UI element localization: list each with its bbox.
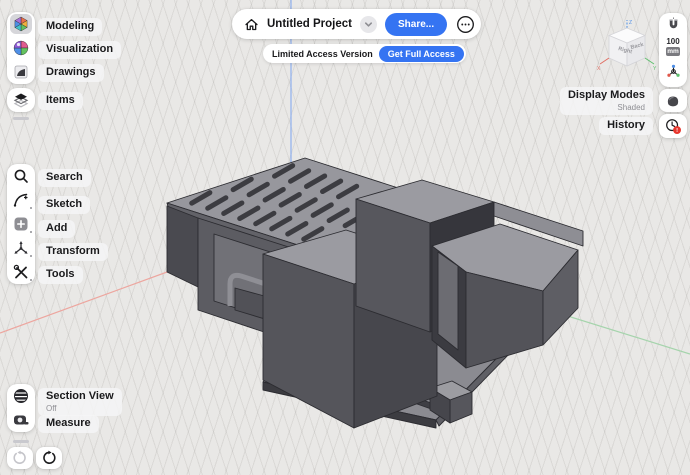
drawings-icon [14,65,28,79]
orientation-gimbal-icon [666,64,680,77]
grid-size-value[interactable]: 100 [659,37,687,46]
viewcube-y-label: Y [653,66,657,72]
section-view-label-text: Section View [46,390,114,402]
history-alert-badge: ! [676,128,678,134]
submenu-dot [29,230,32,233]
display-modes-label-text: Display Modes [567,89,645,101]
project-title[interactable]: Untitled Project [267,18,352,30]
modeling-icon [14,16,28,32]
section-view-icon [14,389,28,403]
workspace-visualization-label: Visualization [38,41,122,59]
tools-label: Tools [38,266,83,284]
get-full-access-button[interactable]: Get Full Access [378,45,464,62]
transform-button[interactable] [7,236,35,260]
items-panel [7,88,35,112]
snap-button[interactable] [659,17,687,32]
sketch-icon [13,193,28,207]
history-icon: ! [666,119,682,135]
tools-button[interactable] [7,260,35,284]
add-button[interactable] [7,212,35,236]
transform-label: Transform [38,243,108,261]
workspace-modeling-button[interactable] [7,12,35,36]
sidebar-drag-handle[interactable] [13,117,29,120]
search-label: Search [38,169,91,187]
section-view-label: Section View Off [38,388,122,416]
sketch-label: Sketch [38,196,91,214]
tools-panel [7,164,35,284]
undo-button[interactable] [7,447,33,469]
items-icon [13,93,29,108]
sidebar-drag-handle-bottom[interactable] [13,440,29,443]
submenu-dot [29,254,32,257]
visualization-icon [13,40,29,56]
view-cube[interactable]: Z Right Back X Y [595,18,659,84]
measure-icon [14,415,29,425]
items-button[interactable] [7,88,35,112]
workspace-switcher [7,12,35,84]
search-icon [14,169,28,183]
magnet-icon [669,17,677,29]
access-banner: Limited Access Version Get Full Access [263,44,466,63]
display-modes-button[interactable] [659,89,687,112]
measure-button[interactable] [7,408,35,432]
redo-icon [43,450,56,464]
workspace-modeling-label: Modeling [38,18,103,36]
undo-icon [13,450,26,464]
app-window: Modeling Visualization Drawings Items Se… [0,0,690,475]
history-button[interactable]: ! [659,114,687,138]
more-options-button[interactable] [455,14,475,34]
view-tools-panel [7,384,35,432]
project-titlebar: Untitled Project Share... [232,9,482,39]
workspace-drawings-label: Drawings [38,64,104,82]
home-icon[interactable] [244,17,259,32]
sketch-button[interactable] [7,188,35,212]
share-button[interactable]: Share... [384,12,448,36]
chevron-down-icon [364,21,372,27]
section-view-button[interactable] [7,384,35,408]
display-modes-icon [667,96,679,106]
submenu-dot [29,206,32,209]
grid-size-unit[interactable]: mm [666,47,680,56]
ellipsis-icon [456,15,474,33]
workspace-drawings-button[interactable] [7,60,35,84]
submenu-dot [29,278,32,281]
history-label: History [599,117,653,135]
section-view-state: Off [46,403,57,413]
display-modes-state: Shaded [617,102,645,112]
add-icon [14,217,28,231]
viewcube-z-label: Z [629,20,632,26]
transform-icon [14,241,28,254]
search-button[interactable] [7,164,35,188]
viewcube-x-label: X [597,66,601,72]
redo-button[interactable] [36,447,62,469]
model-3d[interactable] [166,157,584,429]
grid-settings-panel: 100 mm [659,13,687,87]
project-menu-chevron[interactable] [359,15,377,33]
orientation-button[interactable] [659,63,687,80]
measure-label: Measure [38,415,99,433]
display-modes-label: Display Modes Shaded [559,87,653,115]
add-label: Add [38,220,76,238]
workspace-visualization-button[interactable] [7,36,35,60]
limited-access-label: Limited Access Version [272,48,373,59]
items-label: Items [38,92,83,110]
tools-icon [13,264,28,279]
